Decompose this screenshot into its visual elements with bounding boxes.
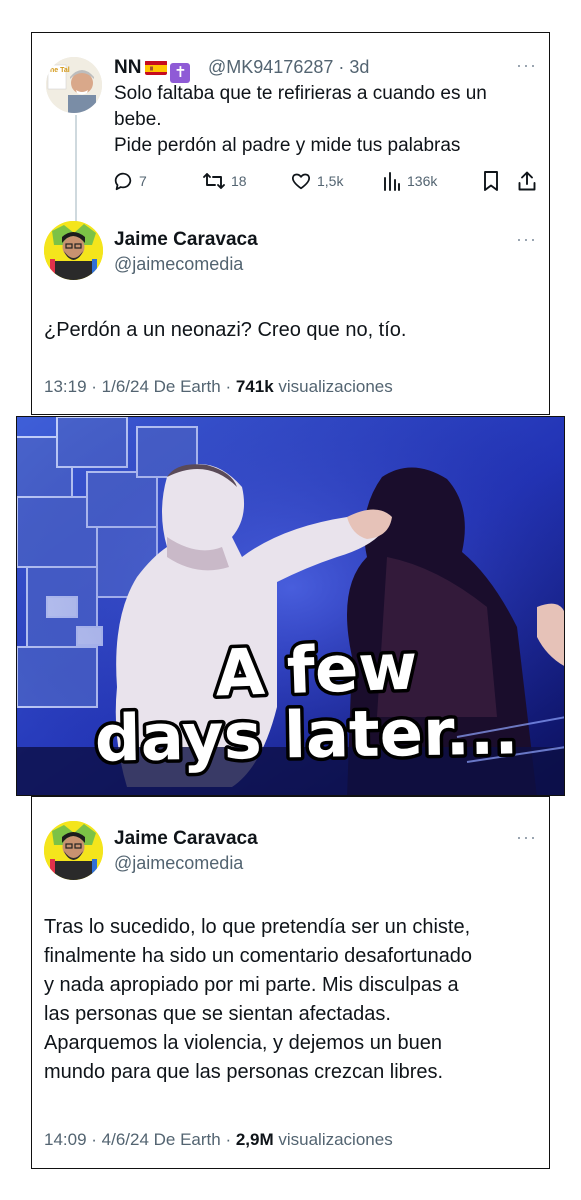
tweet2-view-count: 2,9M <box>235 1130 274 1149</box>
reply-time[interactable]: 3d <box>349 57 369 77</box>
tweet2-text-line: Tras lo sucedido, lo que pretendía ser u… <box>44 916 471 938</box>
nn-avatar[interactable]: ne Tal <box>46 57 102 113</box>
tweet1-author-handle[interactable]: @jaimecomedia <box>114 254 243 275</box>
like-icon <box>291 173 311 190</box>
like-button[interactable]: 1,5k <box>290 170 343 192</box>
meme-gif-frame: A few days later... <box>16 416 565 796</box>
reply-text-line: Solo faltaba que te refirieras a cuando … <box>114 83 487 104</box>
reply-author-handle[interactable]: @MK94176287 · 3d <box>208 57 369 78</box>
reply-author-name[interactable]: NN ✝ <box>114 57 191 83</box>
svg-text:ne Tal: ne Tal <box>50 67 70 74</box>
tweet2-text-line: Aparquemos la violencia, y dejemos un bu… <box>44 1032 443 1054</box>
tweet2-text-line: y nada apropiado por mi parte. Mis discu… <box>44 974 459 996</box>
retweet-count: 18 <box>231 173 247 189</box>
reply-text-line: bebe. <box>114 109 162 130</box>
cross-icon: ✝ <box>170 63 191 83</box>
share-icon <box>518 171 536 191</box>
views-icon <box>384 172 400 191</box>
tweet2-views-label: visualizaciones <box>273 1130 393 1149</box>
tweet2-author-name[interactable]: Jaime Caravaca <box>114 828 258 850</box>
reply-text: Solo faltaba que te refirieras a cuando … <box>114 81 534 159</box>
tweet2-text-line: finalmente ha sido un comentario desafor… <box>44 945 473 967</box>
reply-text-line: Pide perdón al padre y mide tus palabras <box>114 135 461 156</box>
more-icon[interactable]: ··· <box>516 229 537 250</box>
view-count: 136k <box>407 173 438 189</box>
tweet2-meta: 14:09 · 4/6/24 De Earth · 2,9M visualiza… <box>44 1130 393 1150</box>
more-icon[interactable]: ··· <box>516 827 537 848</box>
bookmark-button[interactable] <box>482 170 500 192</box>
tweet2-text: Tras lo sucedido, lo que pretendía ser u… <box>44 913 544 1087</box>
tweet2-timestamp[interactable]: 14:09 · 4/6/24 De Earth · <box>44 1130 236 1149</box>
gif-scene: A few days later... <box>17 417 564 795</box>
tweet1-text: ¿Perdón a un neonazi? Creo que no, tío. <box>44 319 407 341</box>
reply-icon <box>114 172 132 191</box>
spain-flag-icon <box>145 60 168 75</box>
tweet1-view-count: 741k <box>235 377 274 396</box>
bookmark-icon <box>484 171 498 191</box>
share-button[interactable] <box>517 170 537 192</box>
retweet-icon <box>203 173 225 189</box>
like-count: 1,5k <box>317 173 344 189</box>
retweet-button[interactable]: 18 <box>202 170 247 192</box>
tweet2-author-handle[interactable]: @jaimecomedia <box>114 853 243 874</box>
tweet1-meta: 13:19 · 1/6/24 De Earth · 741k visualiza… <box>44 377 393 397</box>
tweet1-views-label: visualizaciones <box>273 377 393 396</box>
tweet1-author-name[interactable]: Jaime Caravaca <box>114 229 258 251</box>
tweet-card-1: ne Tal NN ✝ @MK94176287 · 3d ··· Solo fal… <box>31 32 550 415</box>
gif-caption-line2: days later... <box>94 695 519 776</box>
tweet2-text-line: mundo para que las personas crezcan libr… <box>44 1061 444 1083</box>
jaime-avatar[interactable] <box>44 821 103 880</box>
reply-button[interactable]: 7 <box>112 170 147 192</box>
tweet1-timestamp[interactable]: 13:19 · 1/6/24 De Earth · <box>44 377 236 396</box>
reply-count: 7 <box>139 173 147 189</box>
jaime-avatar[interactable] <box>44 221 103 280</box>
thread-connector <box>75 115 77 233</box>
tweet-card-2: Jaime Caravaca @jaimecomedia ··· Tras lo… <box>31 796 550 1169</box>
tweet2-text-line: las personas que se sientan afectadas. <box>44 1003 391 1025</box>
views-button[interactable]: 136k <box>382 170 437 192</box>
more-icon[interactable]: ··· <box>516 55 537 76</box>
reply-action-bar: 7 18 1,5k 136k <box>112 170 537 196</box>
